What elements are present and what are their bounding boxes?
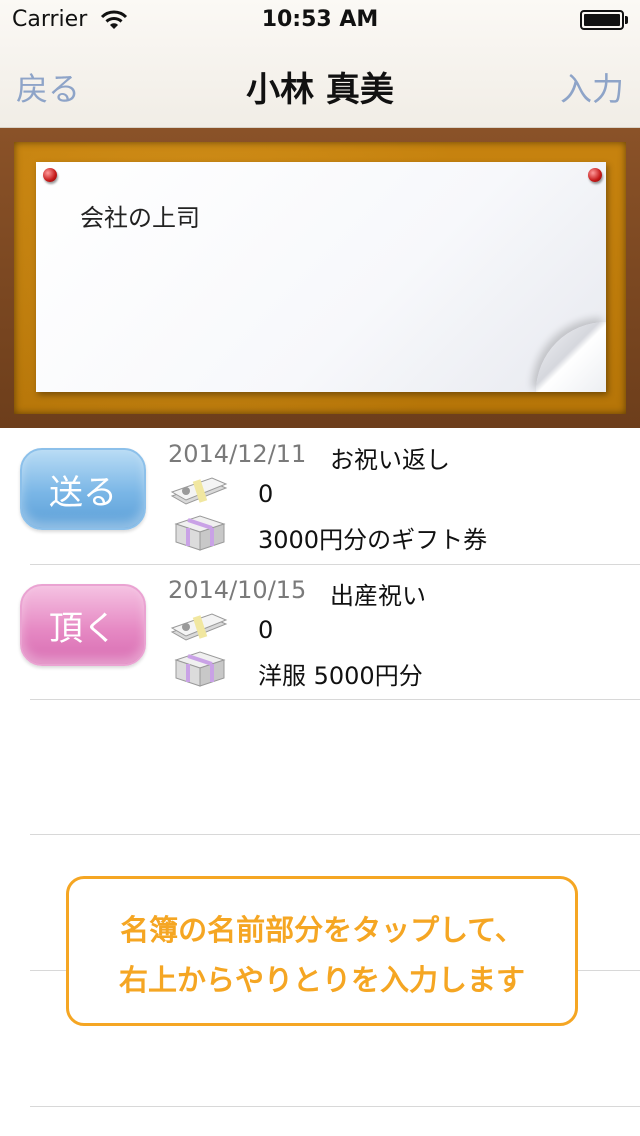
list-item[interactable]: 頂く 2014/10/15 出産祝い 0 洋服 5000円分 (0, 564, 640, 700)
send-badge: 送る (20, 448, 146, 530)
hint-line-2: 右上からやりとりを入力します (118, 963, 525, 997)
money-icon (170, 613, 228, 641)
battery-icon (580, 10, 628, 30)
hint-bubble: 名簿の名前部分をタップして、 右上からやりとりを入力します (66, 876, 578, 1026)
back-button[interactable]: 戻る (16, 64, 80, 110)
entry-title: お祝い返し (330, 446, 450, 474)
entry-money: 0 (258, 616, 274, 644)
entry-date: 2014/10/15 (168, 576, 307, 604)
navigation-bar: Carrier 10:53 AM 戻る 小林 真美 入力 (0, 0, 640, 128)
memo-note[interactable] (36, 162, 606, 392)
send-badge-label: 送る (49, 472, 117, 513)
row-divider (30, 834, 640, 835)
gift-icon (174, 651, 226, 687)
pin-left-icon (43, 168, 57, 182)
entry-date: 2014/12/11 (168, 440, 307, 468)
hint-line-1: 名簿の名前部分をタップして、 (120, 913, 524, 947)
gift-icon (174, 515, 226, 551)
input-button[interactable]: 入力 (560, 64, 624, 110)
entry-title: 出産祝い (330, 582, 426, 610)
page-title: 小林 真美 (246, 70, 394, 110)
status-bar: Carrier 10:53 AM (0, 0, 640, 40)
receive-badge-label: 頂く (49, 608, 117, 649)
status-time: 10:53 AM (261, 7, 379, 32)
pin-right-icon (588, 168, 602, 182)
list-item[interactable]: 送る 2014/12/11 お祝い返し 0 3000円分のギフト券 (0, 428, 640, 564)
entry-gift: 洋服 5000円分 (258, 662, 423, 690)
row-divider (30, 699, 640, 700)
memo-text: 会社の上司 (80, 204, 200, 232)
money-icon (170, 477, 228, 505)
entry-gift: 3000円分のギフト券 (258, 526, 488, 554)
receive-badge: 頂く (20, 584, 146, 666)
row-divider (30, 1106, 640, 1107)
entry-money: 0 (258, 480, 274, 508)
